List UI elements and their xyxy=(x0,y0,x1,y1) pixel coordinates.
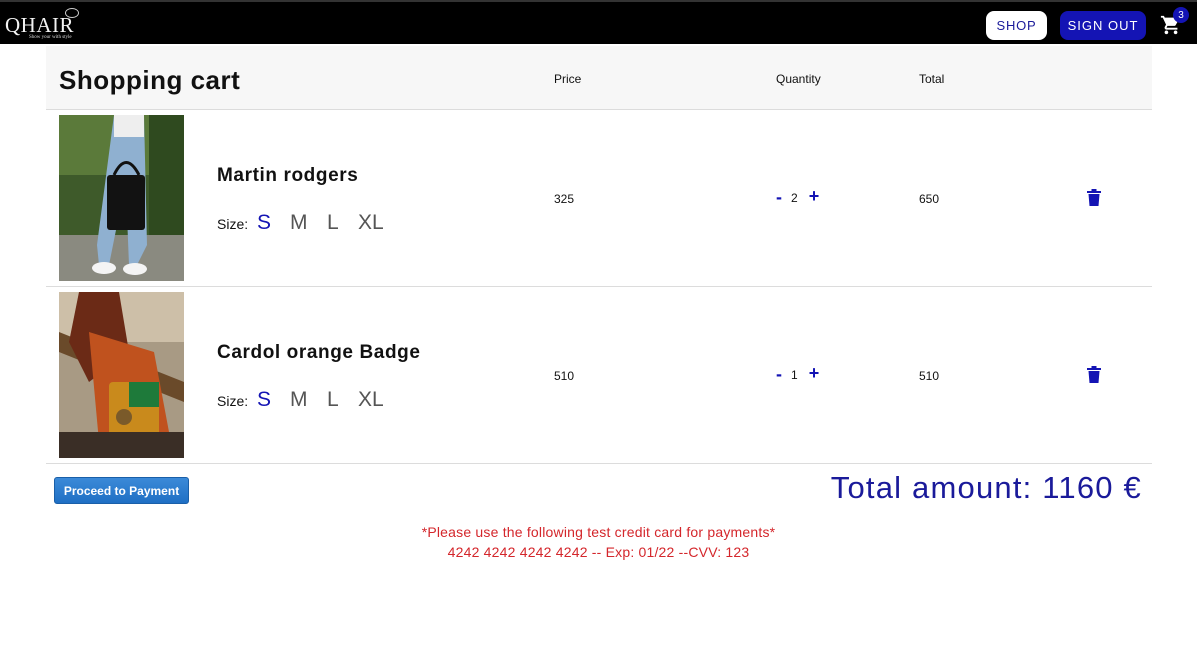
shop-button[interactable]: SHOP xyxy=(986,11,1047,40)
payment-note-line1: *Please use the following test credit ca… xyxy=(421,524,776,540)
decrease-quantity-button[interactable]: - xyxy=(774,364,784,385)
brand-logo[interactable]: QHAIR Show your with style xyxy=(5,8,79,42)
cart-count-badge: 3 xyxy=(1173,7,1189,23)
page-title: Shopping cart xyxy=(59,65,241,95)
cart-item-row: Cardol orange Badge Size: S M L XL 510 -… xyxy=(46,287,1152,464)
product-image[interactable] xyxy=(59,292,184,458)
column-header-total: Total xyxy=(919,72,945,86)
size-option-s[interactable]: S xyxy=(257,211,271,235)
decrease-quantity-button[interactable]: - xyxy=(774,187,784,208)
size-label: Size: xyxy=(217,393,249,409)
logo-swoosh-icon xyxy=(65,8,79,18)
increase-quantity-button[interactable]: + xyxy=(807,363,821,384)
size-option-xl[interactable]: XL xyxy=(358,388,384,412)
cart-header-row: Shopping cart Price Quantity Total xyxy=(46,46,1152,110)
size-option-m[interactable]: M xyxy=(290,388,308,412)
product-name[interactable]: Martin rodgers xyxy=(217,165,358,187)
column-header-quantity: Quantity xyxy=(776,72,821,86)
cart-table: Shopping cart Price Quantity Total Marti… xyxy=(46,46,1152,464)
size-option-s[interactable]: S xyxy=(257,388,271,412)
size-label: Size: xyxy=(217,216,249,232)
item-price: 325 xyxy=(554,192,575,206)
product-name[interactable]: Cardol orange Badge xyxy=(217,342,421,364)
line-total: 650 xyxy=(919,192,940,206)
quantity-value: 2 xyxy=(791,191,798,205)
sign-out-button[interactable]: SIGN OUT xyxy=(1060,11,1146,40)
proceed-to-payment-button[interactable]: Proceed to Payment xyxy=(54,477,189,504)
increase-quantity-button[interactable]: + xyxy=(807,186,821,207)
cart-item-row: Martin rodgers Size: S M L XL 325 - 2 + … xyxy=(46,110,1152,287)
total-amount: Total amount: 1160 € xyxy=(830,470,1142,505)
payment-note-line2: 4242 4242 4242 4242 -- Exp: 01/22 --CVV:… xyxy=(447,544,750,560)
trash-icon[interactable] xyxy=(1087,189,1101,206)
top-navbar: QHAIR Show your with style SHOP SIGN OUT… xyxy=(0,0,1197,44)
column-header-price: Price xyxy=(554,72,582,86)
logo-tagline: Show your with style xyxy=(29,35,72,40)
size-option-m[interactable]: M xyxy=(290,211,308,235)
trash-icon[interactable] xyxy=(1087,366,1101,383)
product-image[interactable] xyxy=(59,115,184,281)
item-price: 510 xyxy=(554,369,575,383)
quantity-value: 1 xyxy=(791,368,798,382)
line-total: 510 xyxy=(919,369,940,383)
size-option-l[interactable]: L xyxy=(327,211,339,235)
size-option-xl[interactable]: XL xyxy=(358,211,384,235)
size-option-l[interactable]: L xyxy=(327,388,339,412)
